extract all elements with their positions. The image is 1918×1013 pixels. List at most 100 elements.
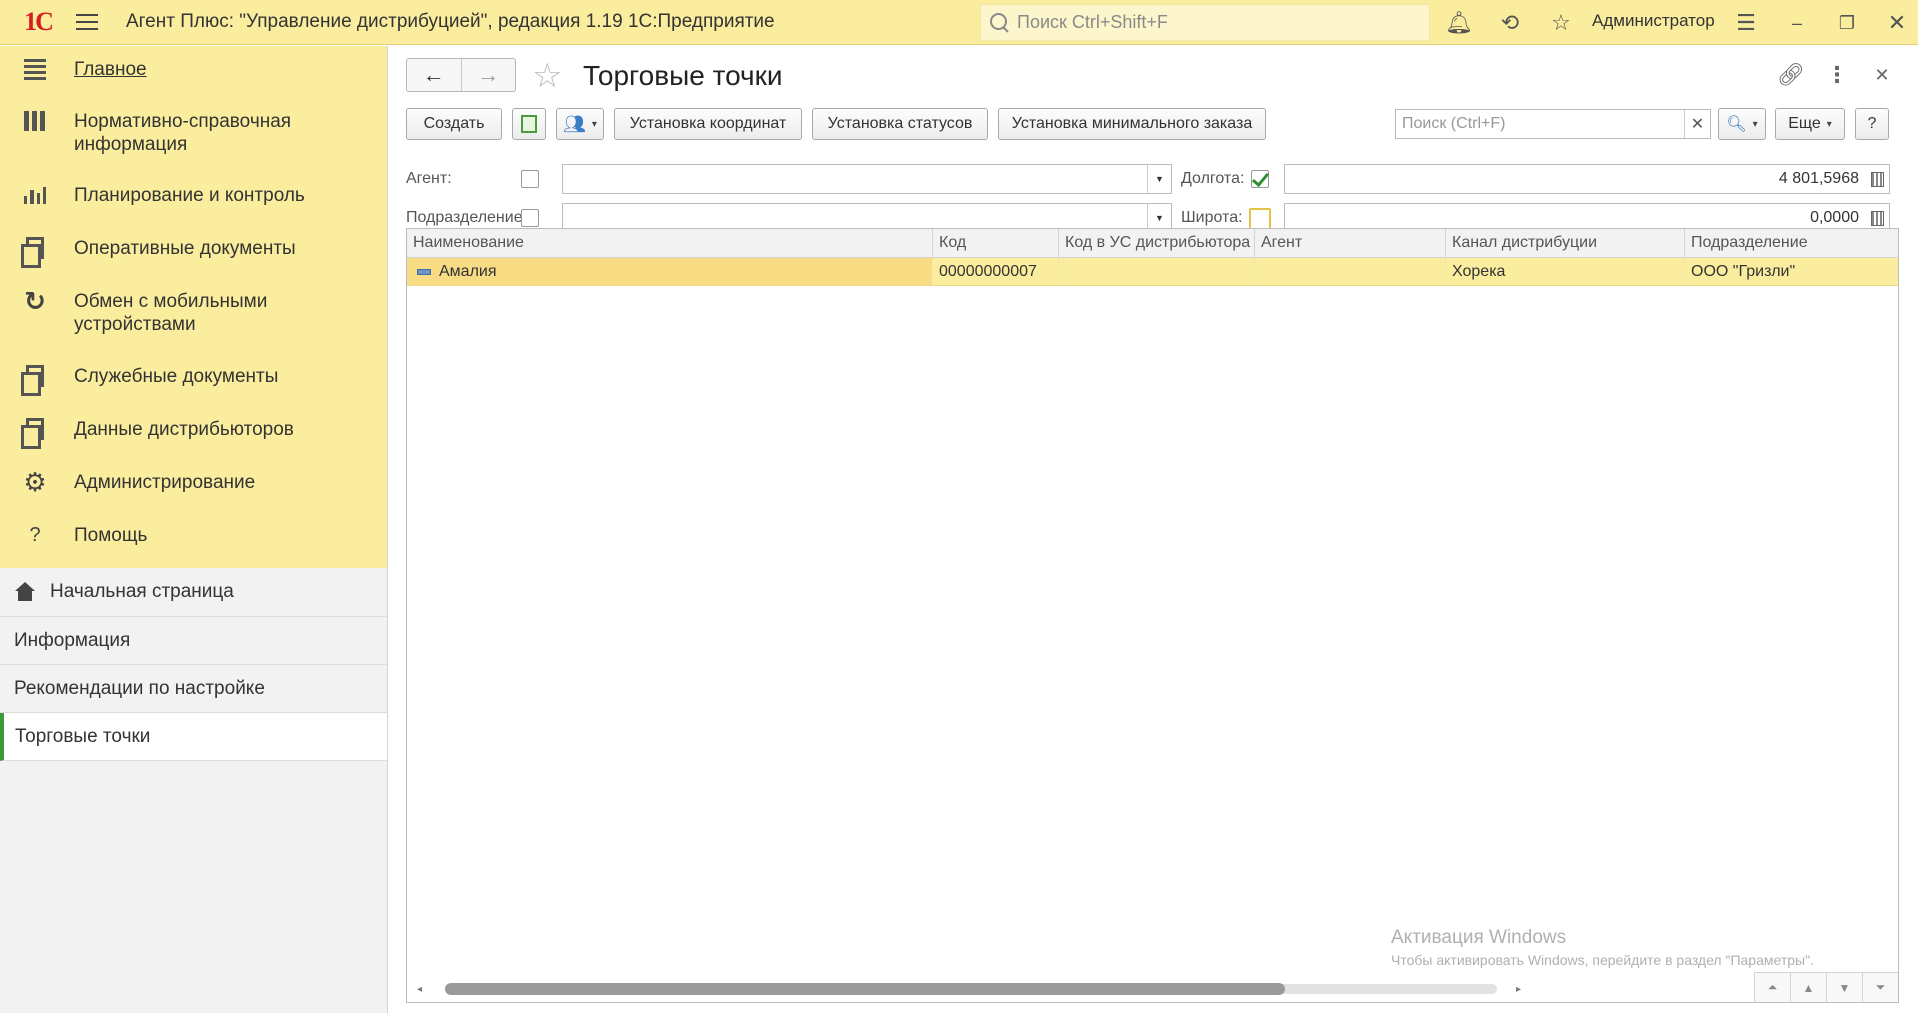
chevron-down-icon: ▾ (1826, 118, 1832, 130)
division-filter-checkbox[interactable] (521, 209, 539, 227)
open-windows-panel: Начальная страница Информация Рекомендац… (0, 568, 387, 761)
create-button[interactable]: Создать (406, 108, 502, 140)
restore-icon[interactable]: ❐ (1832, 8, 1862, 38)
favorite-star-icon[interactable]: ☆ (532, 56, 562, 96)
column-header-code[interactable]: Код (933, 229, 1059, 257)
back-arrow-icon[interactable]: ← (407, 59, 461, 91)
horizontal-scrollbar[interactable]: ◂ ▸ (417, 982, 1521, 996)
window-information[interactable]: Информация (0, 617, 387, 665)
page-down-icon[interactable]: ▼ (1827, 973, 1863, 1002)
menu-bars-icon (20, 56, 50, 82)
users-dropdown-button[interactable]: 👥︎ ▾ (556, 108, 604, 140)
1c-logo[interactable]: 1С (12, 0, 64, 45)
global-search-input[interactable]: Поиск Ctrl+Shift+F (980, 4, 1430, 41)
more-vertical-icon[interactable]: ⋮ (1822, 60, 1852, 90)
minimize-icon[interactable]: – (1782, 8, 1812, 38)
section-mobile-exchange[interactable]: ↻ Обмен с мобильными устройствами (0, 285, 387, 363)
longitude-label: Долгота: (1181, 170, 1245, 187)
history-icon[interactable]: ⟲ (1495, 8, 1525, 38)
forward-arrow-icon[interactable]: → (460, 59, 516, 91)
cell-distribution-channel: Хорека (1446, 258, 1685, 285)
longitude-field[interactable]: 4 801,5968 (1284, 164, 1890, 194)
page-up-icon[interactable]: ▲ (1791, 973, 1827, 1002)
table-row[interactable]: Амалия 00000000007 Хорека ООО "Гризли" (407, 258, 1898, 286)
search-icon (989, 12, 1011, 34)
agent-filter-row: Агент: (406, 164, 539, 194)
bell-icon[interactable]: 🔔︎ (1444, 8, 1474, 38)
column-header-distribution-channel[interactable]: Канал дистрибуции (1446, 229, 1685, 257)
section-administration[interactable]: ⚙ Администрирование (0, 467, 387, 522)
section-operational-docs[interactable]: Оперативные документы (0, 235, 387, 288)
window-setup-recommendations[interactable]: Рекомендации по настройке (0, 665, 387, 713)
chevron-down-icon: ▾ (1752, 118, 1758, 130)
chevron-down-icon[interactable]: ▼ (1147, 165, 1171, 193)
link-icon[interactable]: 🔗︎ (1776, 60, 1806, 90)
catalog-icon (20, 108, 50, 134)
service-docs-icon (20, 363, 50, 396)
set-statuses-button[interactable]: Установка статусов (812, 108, 988, 140)
settings-lines-icon[interactable]: ☰ (1731, 8, 1761, 38)
calculator-icon[interactable] (1865, 165, 1889, 193)
copy-icon (521, 115, 537, 133)
star-icon[interactable]: ☆ (1546, 8, 1576, 38)
documents-icon (20, 235, 50, 268)
distributor-data-icon (20, 416, 50, 449)
scroll-left-icon[interactable]: ◂ (417, 984, 422, 995)
navigation-buttons: ← → (406, 58, 516, 92)
cell-distributor-code (1059, 258, 1255, 285)
column-header-division[interactable]: Подразделение (1685, 229, 1898, 257)
latitude-filter-checkbox[interactable] (1249, 208, 1271, 230)
cell-agent (1255, 258, 1446, 285)
chart-icon (20, 182, 50, 208)
cell-name: Амалия (407, 258, 933, 285)
section-service-docs[interactable]: Служебные документы (0, 363, 387, 416)
table-header: Наименование Код Код в УС дистрибьютора … (407, 229, 1898, 258)
last-page-icon[interactable]: ⏷ (1863, 973, 1898, 1002)
copy-button[interactable] (512, 108, 546, 140)
section-distributor-data[interactable]: Данные дистрибьюторов (0, 416, 387, 469)
help-button[interactable]: ? (1855, 108, 1889, 140)
main-content: ← → ☆ Торговые точки 🔗︎ ⋮ ✕ Создать 👥︎ ▾ … (389, 46, 1918, 1013)
set-min-order-button[interactable]: Установка минимального заказа (998, 108, 1266, 140)
home-icon (14, 582, 36, 602)
window-title: Агент Плюс: "Управление дистрибуцией", р… (126, 11, 775, 32)
section-main[interactable]: Главное (0, 56, 387, 108)
clear-search-icon[interactable]: ✕ (1684, 110, 1710, 138)
cell-division: ООО "Гризли" (1691, 262, 1796, 280)
list-navigation: ⏶ ▲ ▼ ⏷ (1754, 972, 1898, 1002)
page-title: Торговые точки (583, 60, 783, 91)
main-menu-icon[interactable] (72, 0, 102, 45)
user-name[interactable]: Администратор (1592, 11, 1715, 31)
windows-activation-text: Чтобы активировать Windows, перейдите в … (1391, 952, 1814, 968)
close-icon[interactable]: ✕ (1867, 60, 1897, 90)
column-header-distributor-code[interactable]: Код в УС дистрибьютора (1059, 229, 1255, 257)
longitude-filter-checkbox[interactable] (1251, 170, 1269, 188)
first-page-icon[interactable]: ⏶ (1755, 973, 1791, 1002)
title-bar: 1С Агент Плюс: "Управление дистрибуцией"… (0, 0, 1918, 45)
column-header-agent[interactable]: Агент (1255, 229, 1446, 257)
window-trade-points[interactable]: Торговые точки (0, 713, 387, 761)
sync-icon: ↻ (24, 285, 46, 316)
help-icon: ? (29, 523, 41, 546)
agent-filter-checkbox[interactable] (521, 170, 539, 188)
scroll-right-icon[interactable]: ▸ (1516, 984, 1521, 995)
section-help[interactable]: ? Помощь (0, 522, 387, 574)
set-coordinates-button[interactable]: Установка координат (614, 108, 802, 140)
windows-activation-title: Активация Windows (1391, 927, 1567, 948)
division-label: Подразделение: (406, 209, 528, 226)
agent-field[interactable]: ▼ (562, 164, 1172, 194)
column-header-name[interactable]: Наименование (407, 229, 933, 257)
search-options-button[interactable]: 🔍︎ ▾ (1718, 108, 1766, 140)
more-button[interactable]: Еще ▾ (1775, 108, 1845, 140)
trade-points-table[interactable]: Наименование Код Код в УС дистрибьютора … (406, 228, 1899, 1003)
users-icon: 👥︎ (563, 113, 586, 134)
close-window-icon[interactable]: ✕ (1882, 8, 1912, 38)
list-search-input[interactable]: Поиск (Ctrl+F) ✕ (1395, 109, 1711, 139)
section-reference-info[interactable]: Нормативно-справочная информация (0, 108, 387, 182)
section-planning[interactable]: Планирование и контроль (0, 182, 387, 235)
sections-menu: Главное Нормативно-справочная информация… (0, 46, 387, 568)
window-start-page[interactable]: Начальная страница (0, 568, 387, 617)
cell-code: 00000000007 (933, 258, 1059, 285)
scroll-thumb[interactable] (445, 983, 1285, 995)
latitude-label: Широта: (1181, 209, 1243, 226)
